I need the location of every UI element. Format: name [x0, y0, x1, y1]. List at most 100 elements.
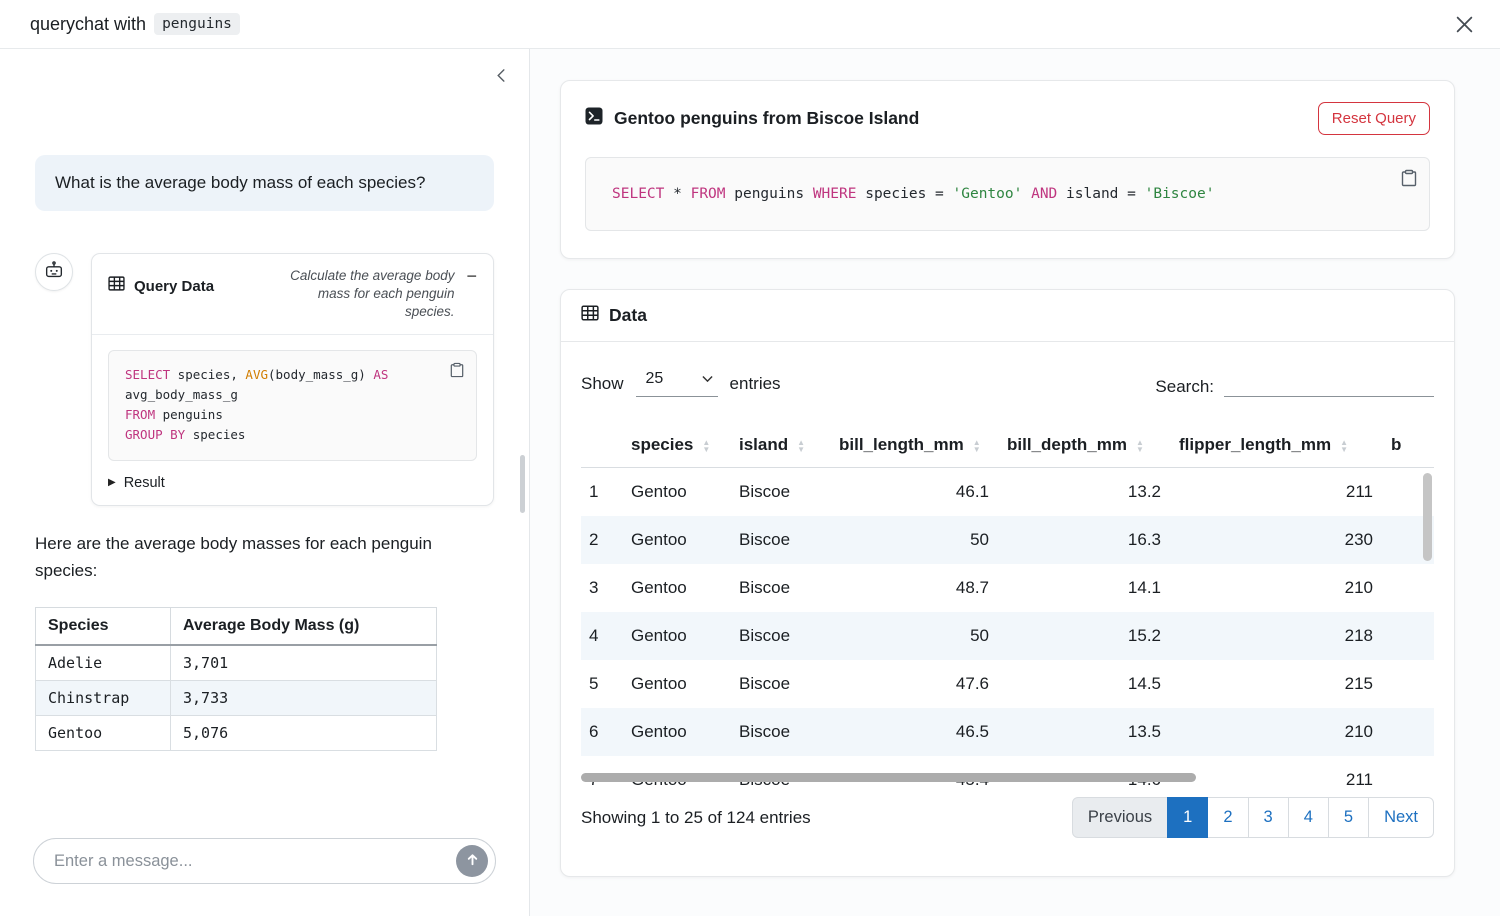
chevron-left-icon — [494, 72, 509, 87]
reset-query-button[interactable]: Reset Query — [1318, 102, 1430, 135]
column-header-flipper_length_mm[interactable]: flipper_length_mm▲▼ — [1171, 425, 1383, 468]
data-card: Data Show 25 entries — [560, 289, 1455, 877]
bot-avatar — [35, 253, 73, 291]
sort-icon[interactable]: ▲▼ — [973, 439, 981, 453]
cell-bill_depth_mm: 13.5 — [999, 708, 1171, 756]
vertical-scrollbar[interactable] — [1423, 473, 1432, 561]
cell-flipper_length_mm: 210 — [1171, 708, 1383, 756]
query-title: Gentoo penguins from Biscoe Island — [614, 108, 919, 129]
row-index-header — [581, 425, 623, 468]
pagination-page-5[interactable]: 5 — [1328, 797, 1369, 838]
cell-flipper_length_mm: 211 — [1171, 468, 1383, 517]
collapse-sidebar-button[interactable] — [490, 63, 513, 88]
entries-label: entries — [730, 374, 781, 394]
page-length-value: 25 — [646, 370, 664, 388]
sort-icon[interactable]: ▲▼ — [702, 439, 710, 453]
row-index: 5 — [581, 660, 623, 708]
search-label: Search: — [1155, 377, 1214, 397]
sort-icon[interactable]: ▲▼ — [1340, 439, 1348, 453]
data-table-wrap: species▲▼island▲▼bill_length_mm▲▼bill_de… — [581, 425, 1434, 785]
cell-island: Biscoe — [731, 612, 831, 660]
row-index: 2 — [581, 516, 623, 564]
tool-card-title-group: Query Data — [108, 275, 214, 297]
pagination: Previous12345Next — [1072, 797, 1434, 838]
data-row: 1GentooBiscoe46.113.2211 — [581, 468, 1434, 517]
assistant-message: Query Data Calculate the average body ma… — [35, 253, 494, 506]
query-card: Gentoo penguins from Biscoe Island Reset… — [560, 80, 1455, 259]
copy-button[interactable] — [1398, 166, 1420, 190]
cell-island: Biscoe — [731, 564, 831, 612]
sort-icon[interactable]: ▲▼ — [1136, 439, 1144, 453]
result-row: Gentoo5,076 — [36, 715, 437, 750]
terminal-icon — [585, 107, 603, 130]
page-length-control: Show 25 entries — [581, 370, 781, 397]
column-header-bill_length_mm[interactable]: bill_length_mm▲▼ — [831, 425, 999, 468]
main-sql-block: SELECT * FROM penguins WHERE species = '… — [585, 157, 1430, 231]
page-length-select[interactable]: 25 — [636, 370, 718, 397]
close-button[interactable] — [1449, 9, 1480, 40]
app-title-text: querychat with — [30, 14, 146, 35]
cell-bill_length_mm: 48.7 — [831, 564, 999, 612]
tool-card-meta: Calculate the average body mass for each… — [276, 267, 479, 322]
sort-icon[interactable]: ▲▼ — [797, 439, 805, 453]
cell-island: Biscoe — [731, 468, 831, 517]
sql-line: avg_body_mass_g — [125, 385, 460, 405]
pagination-page-3[interactable]: 3 — [1248, 797, 1289, 838]
data-row: 6GentooBiscoe46.513.5210 — [581, 708, 1434, 756]
column-header-b[interactable]: b — [1383, 425, 1434, 468]
cell-b — [1383, 756, 1434, 785]
data-table-header-row: species▲▼island▲▼bill_length_mm▲▼bill_de… — [581, 425, 1434, 468]
column-header-species[interactable]: species▲▼ — [623, 425, 731, 468]
copy-button[interactable] — [447, 359, 467, 381]
sql-line: GROUP BY species — [125, 425, 460, 445]
pagination-previous[interactable]: Previous — [1072, 797, 1168, 838]
search-input[interactable] — [1224, 371, 1434, 397]
chat-message-input[interactable] — [33, 838, 496, 884]
main-sql-code: SELECT * FROM penguins WHERE species = '… — [612, 184, 1403, 204]
robot-icon — [43, 259, 65, 286]
chat-scrollbar[interactable] — [520, 455, 525, 513]
cell-b — [1383, 708, 1434, 756]
data-row: 2GentooBiscoe5016.3230 — [581, 516, 1434, 564]
row-index: 3 — [581, 564, 623, 612]
result-toggle[interactable]: ▶ Result — [108, 475, 477, 491]
tool-call-card: Query Data Calculate the average body ma… — [91, 253, 494, 506]
data-card-title: Data — [609, 305, 647, 326]
send-button[interactable] — [456, 845, 488, 877]
pagination-next[interactable]: Next — [1368, 797, 1434, 838]
result-column-header: Species — [36, 607, 171, 645]
table-info: Showing 1 to 25 of 124 entries — [581, 808, 811, 828]
cell-species: Gentoo — [623, 708, 731, 756]
app-header: querychat with penguins — [0, 0, 1500, 49]
cell-flipper_length_mm: 218 — [1171, 612, 1383, 660]
data-table-footer: Showing 1 to 25 of 124 entries Previous1… — [581, 797, 1434, 846]
horizontal-scrollbar[interactable] — [581, 773, 1196, 782]
tool-card-subtitle: Calculate the average body mass for each… — [276, 267, 454, 322]
data-row: 5GentooBiscoe47.614.5215 — [581, 660, 1434, 708]
cell-b — [1383, 612, 1434, 660]
cell-flipper_length_mm: 230 — [1171, 516, 1383, 564]
cell-bill_length_mm: 46.5 — [831, 708, 999, 756]
cell-species: Gentoo — [623, 564, 731, 612]
sql-line: FROM penguins — [125, 405, 460, 425]
pagination-page-2[interactable]: 2 — [1207, 797, 1248, 838]
cell-bill_depth_mm: 14.1 — [999, 564, 1171, 612]
column-header-bill_depth_mm[interactable]: bill_depth_mm▲▼ — [999, 425, 1171, 468]
tool-card-collapse-button[interactable]: − — [464, 267, 479, 285]
cell-species: Gentoo — [623, 468, 731, 517]
cell-b — [1383, 564, 1434, 612]
user-message: What is the average body mass of each sp… — [35, 155, 494, 211]
clipboard-icon — [450, 367, 464, 382]
pagination-page-4[interactable]: 4 — [1288, 797, 1329, 838]
cell-flipper_length_mm: 215 — [1171, 660, 1383, 708]
column-header-island[interactable]: island▲▼ — [731, 425, 831, 468]
row-index: 1 — [581, 468, 623, 517]
caret-right-icon: ▶ — [108, 477, 116, 488]
pagination-page-1[interactable]: 1 — [1167, 797, 1208, 838]
clipboard-icon — [1401, 176, 1417, 191]
cell-flipper_length_mm: 211 — [1171, 756, 1383, 785]
result-row: Chinstrap3,733 — [36, 680, 437, 715]
search-control: Search: — [1155, 371, 1434, 397]
cell-bill_depth_mm: 16.3 — [999, 516, 1171, 564]
cell-species: Gentoo — [623, 660, 731, 708]
